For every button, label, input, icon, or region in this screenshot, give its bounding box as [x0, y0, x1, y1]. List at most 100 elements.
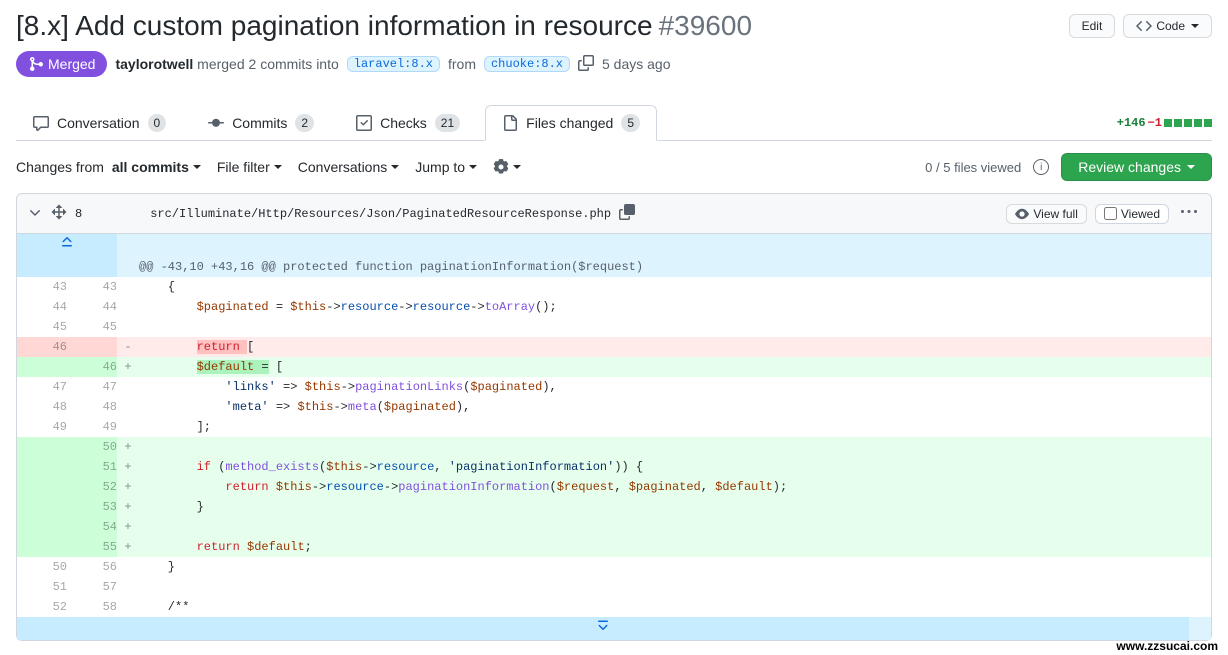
diff-code	[139, 437, 1211, 457]
review-changes-button[interactable]: Review changes	[1061, 153, 1212, 181]
diff-marker	[117, 557, 139, 577]
diff-line[interactable]: 46- return [	[17, 337, 1211, 357]
new-line-num[interactable]: 54	[67, 517, 117, 537]
viewed-checkbox[interactable]: Viewed	[1095, 204, 1169, 224]
new-line-num[interactable]: 45	[67, 317, 117, 337]
tab-files-changed[interactable]: Files changed 5	[485, 105, 657, 141]
diff-line[interactable]: 53+ }	[17, 497, 1211, 517]
new-line-num[interactable]	[67, 337, 117, 357]
diff-line[interactable]: 55+ return $default;	[17, 537, 1211, 557]
diff-marker: +	[117, 537, 139, 557]
view-full-button[interactable]: View full	[1006, 204, 1086, 224]
diff-line[interactable]: 54+	[17, 517, 1211, 537]
new-line-num[interactable]: 47	[67, 377, 117, 397]
diff-marker: +	[117, 497, 139, 517]
old-line-num[interactable]: 49	[17, 417, 67, 437]
jump-to-dropdown[interactable]: Jump to	[415, 159, 477, 175]
expand-all-icon[interactable]	[51, 204, 67, 223]
old-line-num[interactable]	[17, 477, 67, 497]
new-line-num[interactable]: 44	[67, 297, 117, 317]
old-line-num[interactable]: 45	[17, 317, 67, 337]
tab-checks[interactable]: Checks 21	[339, 105, 477, 140]
base-branch[interactable]: laravel:8.x	[347, 56, 440, 72]
diff-line[interactable]: 4545	[17, 317, 1211, 337]
code-button-label: Code	[1156, 19, 1185, 33]
code-button[interactable]: Code	[1123, 14, 1212, 38]
viewed-checkbox-input[interactable]	[1104, 207, 1117, 220]
diff-line[interactable]: 4444 $paginated = $this->resource->resou…	[17, 297, 1211, 317]
expand-up-row[interactable]	[17, 234, 1211, 257]
old-line-num[interactable]: 51	[17, 577, 67, 597]
diff-marker: +	[117, 457, 139, 477]
head-branch[interactable]: chuoke:8.x	[484, 56, 570, 72]
pr-state-badge: Merged	[16, 51, 107, 77]
old-line-num[interactable]: 52	[17, 597, 67, 617]
new-line-num[interactable]: 50	[67, 437, 117, 457]
code-icon	[1136, 18, 1152, 34]
old-line-num[interactable]: 48	[17, 397, 67, 417]
chevron-down-icon[interactable]	[27, 204, 43, 223]
diff-code: return $default;	[139, 537, 1211, 557]
diff-line[interactable]: 5157	[17, 577, 1211, 597]
from-label: from	[448, 56, 476, 72]
old-line-num[interactable]	[17, 457, 67, 477]
diff-code	[139, 517, 1211, 537]
diff-line[interactable]: 50+	[17, 437, 1211, 457]
diff-line[interactable]: 52+ return $this->resource->paginationIn…	[17, 477, 1211, 497]
new-line-num[interactable]: 51	[67, 457, 117, 477]
diff-line[interactable]: 4949 ];	[17, 417, 1211, 437]
old-line-num[interactable]: 50	[17, 557, 67, 577]
diff-marker: +	[117, 357, 139, 377]
new-line-num[interactable]: 46	[67, 357, 117, 377]
diff-settings-dropdown[interactable]	[493, 159, 521, 175]
tab-commits-count: 2	[295, 114, 314, 132]
edit-button[interactable]: Edit	[1069, 14, 1116, 38]
new-line-num[interactable]: 48	[67, 397, 117, 417]
tab-conversation[interactable]: Conversation 0	[16, 105, 183, 140]
tab-conversation-label: Conversation	[57, 115, 140, 131]
checks-icon	[356, 115, 372, 131]
expand-down-row[interactable]	[17, 617, 1211, 640]
diff-line[interactable]: 5258 /**	[17, 597, 1211, 617]
new-line-num[interactable]: 57	[67, 577, 117, 597]
new-line-num[interactable]: 43	[67, 277, 117, 297]
new-line-num[interactable]: 53	[67, 497, 117, 517]
old-line-num[interactable]	[17, 437, 67, 457]
new-line-num[interactable]: 55	[67, 537, 117, 557]
diff-line[interactable]: 5056 }	[17, 557, 1211, 577]
diff-code: return [	[139, 337, 1211, 357]
old-line-num[interactable]	[17, 357, 67, 377]
new-line-num[interactable]: 49	[67, 417, 117, 437]
caret-icon	[1191, 24, 1199, 28]
diff-line[interactable]: 4848 'meta' => $this->meta($paginated),	[17, 397, 1211, 417]
diff-marker: +	[117, 437, 139, 457]
old-line-num[interactable]: 43	[17, 277, 67, 297]
diff-code: }	[139, 497, 1211, 517]
pr-author[interactable]: taylorotwell	[115, 56, 193, 72]
diff-line[interactable]: 4343 {	[17, 277, 1211, 297]
tab-commits[interactable]: Commits 2	[191, 105, 331, 140]
kebab-icon[interactable]	[1177, 200, 1201, 227]
files-icon	[502, 115, 518, 131]
diff-line[interactable]: 4747 'links' => $this->paginationLinks($…	[17, 377, 1211, 397]
copy-path-icon[interactable]	[619, 204, 635, 223]
old-line-num[interactable]: 47	[17, 377, 67, 397]
old-line-num[interactable]: 44	[17, 297, 67, 317]
files-viewed-label: 0 / 5 files viewed	[925, 160, 1021, 175]
new-line-num[interactable]: 58	[67, 597, 117, 617]
new-line-num[interactable]: 56	[67, 557, 117, 577]
file-path[interactable]: src/Illuminate/Http/Resources/Json/Pagin…	[150, 207, 611, 221]
diff-line[interactable]: 51+ if (method_exists($this->resource, '…	[17, 457, 1211, 477]
old-line-num[interactable]	[17, 497, 67, 517]
old-line-num[interactable]: 46	[17, 337, 67, 357]
file-filter-dropdown[interactable]: File filter	[217, 159, 282, 175]
diff-line[interactable]: 46+ $default = [	[17, 357, 1211, 377]
changes-from-dropdown[interactable]: Changes from all commits	[16, 159, 201, 175]
copy-branch-icon[interactable]	[578, 55, 594, 74]
conversations-dropdown[interactable]: Conversations	[298, 159, 400, 175]
info-icon[interactable]: i	[1033, 159, 1049, 175]
old-line-num[interactable]	[17, 537, 67, 557]
new-line-num[interactable]: 52	[67, 477, 117, 497]
old-line-num[interactable]	[17, 517, 67, 537]
diff-code: if (method_exists($this->resource, 'pagi…	[139, 457, 1211, 477]
